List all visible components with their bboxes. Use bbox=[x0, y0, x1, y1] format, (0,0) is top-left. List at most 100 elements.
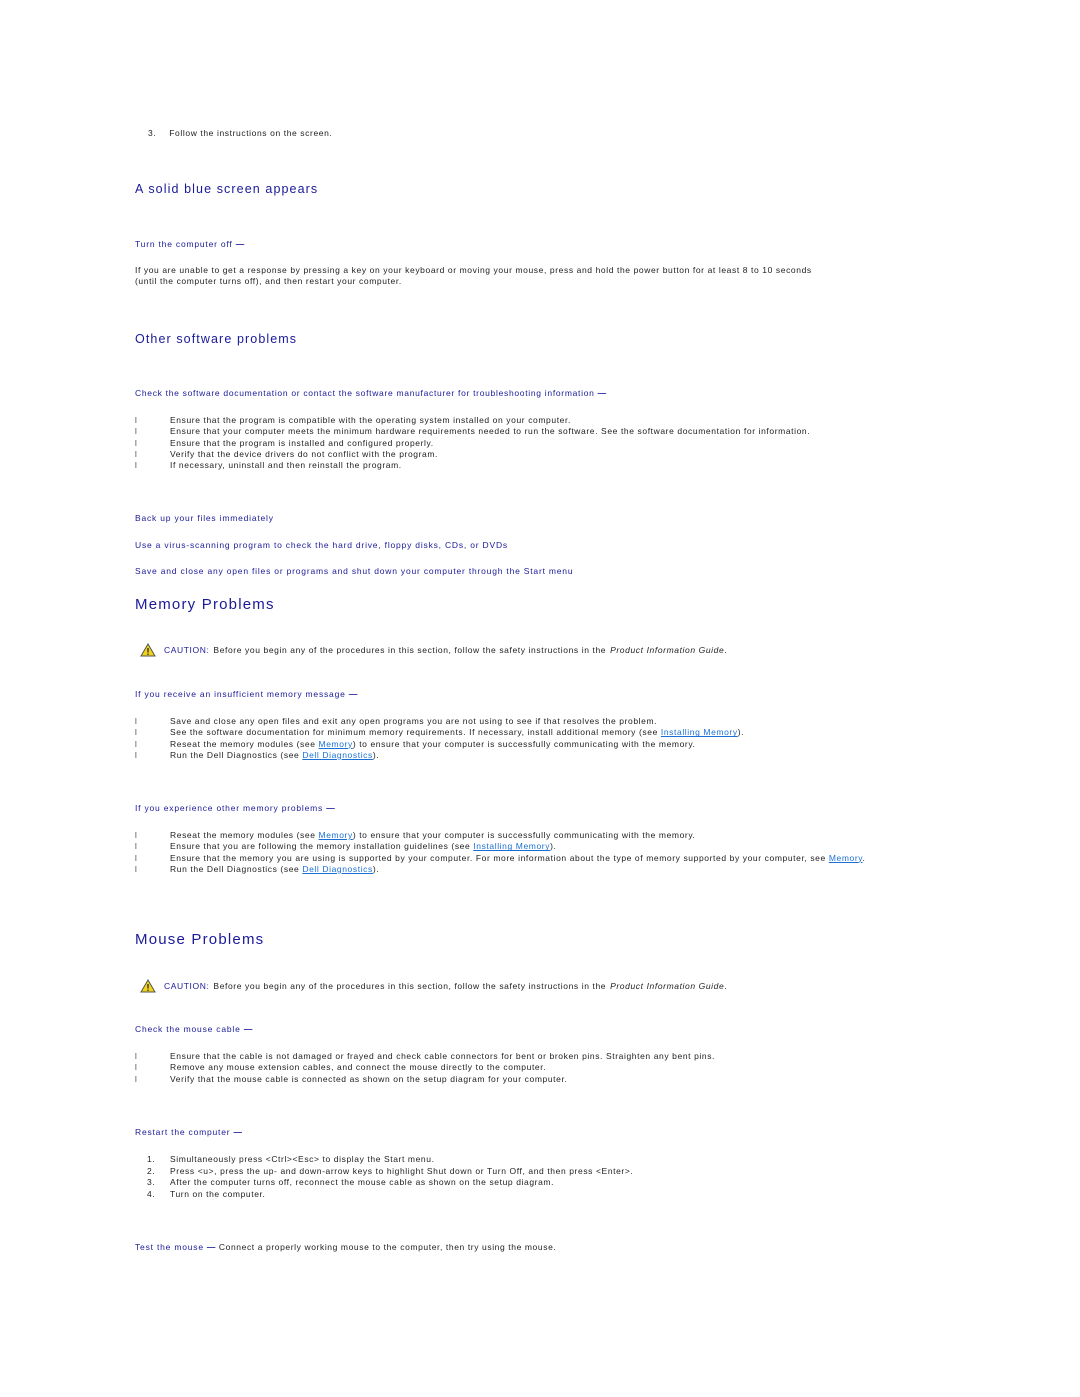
subheading-restart-computer: Restart the computer — bbox=[135, 1127, 243, 1137]
list-item: l Ensure that the memory you are using is… bbox=[135, 853, 935, 864]
top-step: 3. Follow the instructions on the screen… bbox=[148, 128, 332, 139]
caution-label: CAUTION: bbox=[164, 981, 210, 991]
heading-memory-problems: Memory Problems bbox=[135, 596, 275, 613]
subheading-text: Check the software documentation or cont… bbox=[135, 388, 595, 398]
dash: — bbox=[597, 388, 607, 398]
list-item: l If necessary, uninstall and then reinst… bbox=[135, 460, 810, 471]
caution-notice: CAUTION: Before you begin any of the pro… bbox=[140, 979, 727, 993]
link-dell-diagnostics[interactable]: Dell Diagnostics bbox=[302, 750, 373, 760]
link-memory[interactable]: Memory bbox=[319, 830, 353, 840]
list-item: l Reseat the memory modules (see Memory) … bbox=[135, 739, 744, 750]
item-text: ). bbox=[372, 863, 380, 874]
item-text: ). bbox=[737, 727, 745, 738]
subheading-text: If you receive an insufficient memory me… bbox=[135, 689, 346, 699]
heading-mouse-problems: Mouse Problems bbox=[135, 931, 265, 948]
paragraph-line: (until the computer turns off), and then… bbox=[135, 276, 402, 287]
item-text: Run the Dell Diagnostics (see bbox=[170, 863, 303, 874]
subheading-check-mouse-cable: Check the mouse cable — bbox=[135, 1024, 253, 1034]
step-item: 1. Simultaneously press <Ctrl><Esc> to di… bbox=[135, 1154, 633, 1166]
caution-end: . bbox=[724, 645, 728, 655]
bullet-icon: l bbox=[135, 1063, 138, 1073]
dash: — bbox=[348, 689, 359, 699]
paragraph-text: Connect a properly working mouse to the … bbox=[218, 1242, 557, 1252]
heading-other-software: Other software problems bbox=[135, 332, 298, 346]
dash: — bbox=[326, 803, 336, 813]
list-item: l Save and close any open files and exit … bbox=[135, 716, 744, 727]
dash: — bbox=[235, 239, 246, 249]
bullet-icon: l bbox=[135, 461, 138, 471]
list-item: l Ensure that the program is compatible w… bbox=[135, 415, 810, 426]
item-text: Ensure that your computer meets the mini… bbox=[170, 426, 811, 437]
step-number: 1. bbox=[147, 1154, 156, 1164]
item-text: Reseat the memory modules (see bbox=[170, 738, 319, 749]
list-item: l Reseat the memory modules (see Memory) … bbox=[135, 830, 935, 841]
test-mouse-paragraph: Test the mouse — Connect a properly work… bbox=[135, 1242, 556, 1253]
bullet-icon: l bbox=[135, 739, 138, 749]
caution-label: CAUTION: bbox=[164, 645, 210, 655]
bullet-icon: l bbox=[135, 1052, 138, 1061]
link-installing-memory[interactable]: Installing Memory bbox=[473, 841, 550, 851]
bullet-icon: l bbox=[135, 427, 138, 437]
item-text: ). bbox=[372, 749, 380, 760]
guide-title: Product Information Guide bbox=[610, 645, 725, 655]
dash: — bbox=[233, 1127, 243, 1137]
list-item: l Run the Dell Diagnostics (see Dell Diag… bbox=[135, 750, 744, 761]
caution-text: Before you begin any of the procedures i… bbox=[213, 645, 607, 655]
dash: — bbox=[206, 1242, 216, 1252]
item-text: If necessary, uninstall and then reinsta… bbox=[170, 460, 402, 471]
subheading-save-close: Save and close any open files or program… bbox=[135, 566, 574, 576]
bullet-icon: l bbox=[135, 864, 138, 874]
caution-icon bbox=[140, 643, 156, 657]
mouse-cable-list: l Ensure that the cable is not damaged or… bbox=[135, 1051, 715, 1085]
subheading-other-memory: If you experience other memory problems … bbox=[135, 803, 336, 813]
step-number: 3. bbox=[147, 1177, 156, 1188]
dash: — bbox=[243, 1024, 254, 1034]
item-text: Ensure that the memory you are using is … bbox=[170, 852, 829, 863]
list-item: l Ensure that your computer meets the min… bbox=[135, 426, 810, 437]
step-number: 4. bbox=[147, 1188, 156, 1199]
bullet-icon: l bbox=[135, 438, 138, 448]
caution-text: Before you begin any of the procedures i… bbox=[213, 981, 607, 991]
subheading-text: Check the mouse cable bbox=[135, 1024, 241, 1034]
item-text: Run the Dell Diagnostics (see bbox=[170, 749, 303, 760]
restart-steps: 1. Simultaneously press <Ctrl><Esc> to di… bbox=[135, 1154, 633, 1200]
subheading-backup: Back up your files immediately bbox=[135, 513, 274, 523]
item-text: Save and close any open files and exit a… bbox=[170, 716, 658, 726]
bullet-icon: l bbox=[135, 842, 138, 852]
link-memory[interactable]: Memory bbox=[319, 739, 353, 749]
subheading-text: If you experience other memory problems bbox=[135, 803, 324, 813]
item-text: Ensure that the program is installed and… bbox=[170, 437, 434, 448]
caution-icon bbox=[140, 979, 156, 993]
list-item: l Run the Dell Diagnostics (see Dell Diag… bbox=[135, 864, 935, 875]
heading-blue-screen: A solid blue screen appears bbox=[135, 182, 319, 196]
list-item: l Ensure that you are following the memor… bbox=[135, 841, 935, 852]
step-number: 3. bbox=[148, 128, 157, 138]
software-checklist: l Ensure that the program is compatible w… bbox=[135, 415, 810, 471]
bullet-icon: l bbox=[135, 831, 138, 840]
step-item: 2. Press <u>, press the up- and down-arro… bbox=[135, 1166, 633, 1178]
subheading-test-mouse: Test the mouse bbox=[135, 1242, 204, 1252]
list-item: l Verify that the mouse cable is connecte… bbox=[135, 1074, 715, 1085]
step-text: After the computer turns off, reconnect … bbox=[170, 1177, 555, 1188]
bullet-icon: l bbox=[135, 1074, 138, 1084]
bullet-icon: l bbox=[135, 853, 138, 863]
link-dell-diagnostics[interactable]: Dell Diagnostics bbox=[302, 864, 373, 874]
step-text: Turn on the computer. bbox=[170, 1188, 266, 1199]
item-text: . bbox=[862, 852, 866, 863]
item-text: Ensure that you are following the memory… bbox=[170, 841, 474, 852]
step-text: Follow the instructions on the screen. bbox=[169, 128, 333, 138]
item-text: Verify that the device drivers do not co… bbox=[170, 448, 439, 459]
subheading-turn-off: Turn the computer off — bbox=[135, 239, 245, 249]
bullet-icon: l bbox=[135, 449, 138, 459]
item-text: Verify that the mouse cable is connected… bbox=[170, 1073, 568, 1084]
item-text: Remove any mouse extension cables, and c… bbox=[170, 1062, 547, 1073]
link-memory[interactable]: Memory bbox=[829, 853, 863, 863]
subheading-check-documentation: Check the software documentation or cont… bbox=[135, 388, 607, 398]
step-text: Press <u>, press the up- and down-arrow … bbox=[170, 1165, 634, 1176]
link-installing-memory[interactable]: Installing Memory bbox=[661, 727, 738, 737]
bullet-icon: l bbox=[135, 717, 138, 726]
list-item: l Ensure that the program is installed an… bbox=[135, 438, 810, 449]
blue-screen-paragraph: If you are unable to get a response by p… bbox=[135, 265, 955, 288]
item-text: ). bbox=[550, 841, 557, 852]
item-text: Ensure that the program is compatible wi… bbox=[170, 415, 571, 425]
